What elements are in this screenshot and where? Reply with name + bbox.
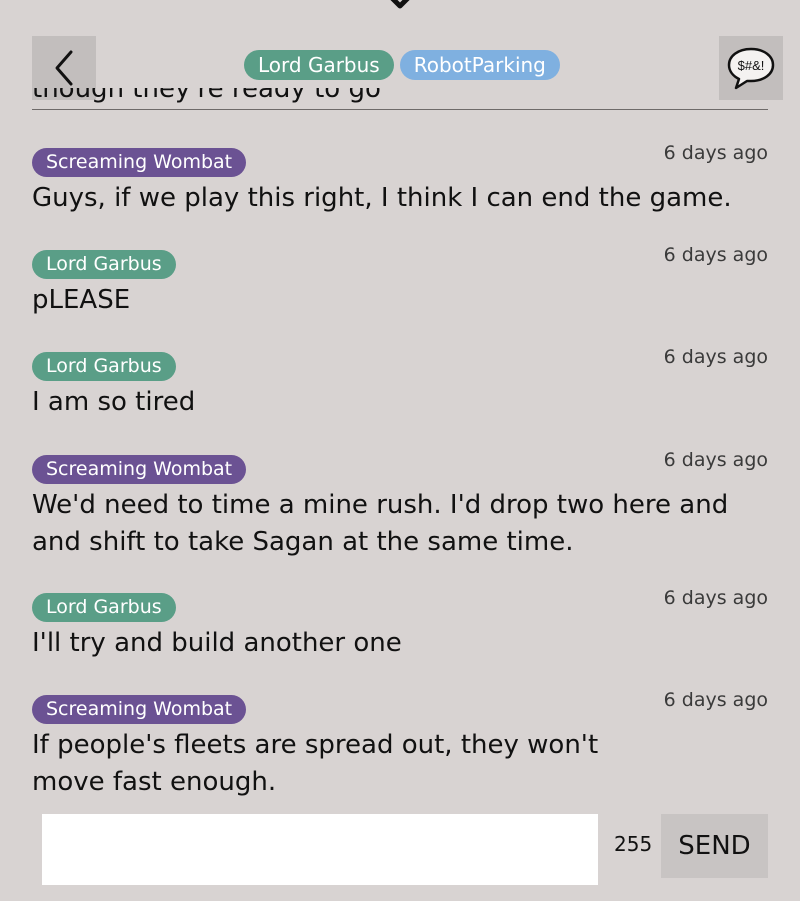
message-time: 6 days ago (663, 142, 768, 164)
message: Screaming Wombat 6 days ago Guys, if we … (32, 142, 768, 217)
character-count: 255 (614, 832, 653, 856)
author-badge[interactable]: Screaming Wombat (32, 148, 247, 177)
message-time: 6 days ago (663, 587, 768, 609)
message: Lord Garbus 6 days ago pLEASE (32, 244, 768, 319)
message: Lord Garbus 6 days ago I am so tired (32, 346, 768, 421)
message-text: Guys, if we play this right, I think I c… (32, 183, 732, 213)
message: Screaming Wombat 6 days ago If people's … (32, 689, 768, 801)
participant-list: Lord Garbus RobotParking (244, 50, 560, 80)
participant-pill[interactable]: RobotParking (399, 50, 560, 80)
message-text: I'll try and build another one (32, 628, 402, 658)
author-badge[interactable]: Lord Garbus (32, 593, 176, 622)
header-divider (32, 109, 768, 110)
chevron-down-icon[interactable] (386, 0, 414, 12)
swear-label: $#&! (738, 58, 765, 73)
author-badge[interactable]: Screaming Wombat (32, 455, 247, 484)
message-text: We'd need to time a mine rush. I'd drop … (32, 490, 729, 557)
message-text: If people's fleets are spread out, they … (32, 730, 599, 797)
send-button[interactable]: SEND (661, 814, 768, 878)
message-time: 6 days ago (663, 346, 768, 368)
chevron-left-icon (55, 50, 73, 86)
message-text: pLEASE (32, 285, 131, 315)
message: Lord Garbus 6 days ago I'll try and buil… (32, 587, 768, 662)
message-input[interactable] (42, 814, 598, 885)
message-time: 6 days ago (663, 244, 768, 266)
speech-bubble-icon: $#&! (727, 47, 775, 90)
message-time: 6 days ago (663, 689, 768, 711)
participant-pill[interactable]: Lord Garbus (244, 50, 394, 80)
message-time: 6 days ago (663, 449, 768, 471)
author-badge[interactable]: Lord Garbus (32, 250, 176, 279)
previous-message-fragment: though they're ready to go (32, 88, 381, 104)
author-badge[interactable]: Lord Garbus (32, 352, 176, 381)
chat-screen: Lord Garbus RobotParking $#&! though the… (0, 0, 800, 901)
message-text: I am so tired (32, 387, 196, 417)
author-badge[interactable]: Screaming Wombat (32, 695, 247, 724)
message: Screaming Wombat 6 days ago We'd need to… (32, 449, 768, 561)
